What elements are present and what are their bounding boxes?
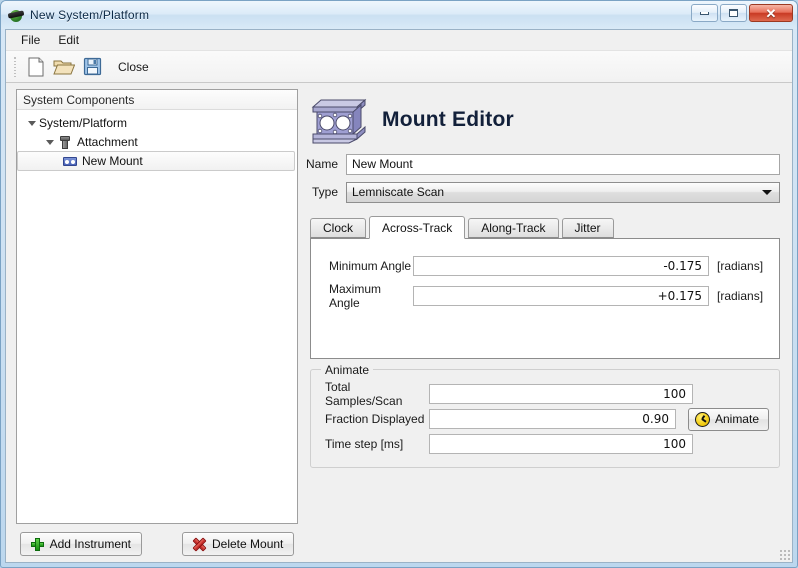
tree-node-label: New Mount xyxy=(82,154,143,168)
chevron-down-icon xyxy=(762,190,772,195)
name-label: Name xyxy=(306,157,346,171)
name-input[interactable]: New Mount xyxy=(346,154,780,175)
menu-edit[interactable]: Edit xyxy=(49,31,88,49)
add-instrument-label: Add Instrument xyxy=(50,537,131,551)
clock-icon xyxy=(695,412,710,427)
total-samples-row: Total Samples/Scan 100 xyxy=(321,382,769,407)
bottom-filler xyxy=(306,468,780,563)
menu-file[interactable]: File xyxy=(12,31,49,49)
save-button[interactable] xyxy=(78,54,106,80)
save-floppy-icon xyxy=(83,57,102,76)
window-controls: ✕ xyxy=(691,4,793,22)
tab-strip: Clock Across-Track Along-Track Jitter xyxy=(306,215,780,238)
type-field-row: Type Lemniscate Scan xyxy=(306,179,780,205)
fraction-displayed-input[interactable]: 0.90 xyxy=(429,409,676,429)
type-selected-value: Lemniscate Scan xyxy=(352,185,444,199)
tab-across-track[interactable]: Across-Track xyxy=(369,216,465,239)
delete-mount-button[interactable]: Delete Mount xyxy=(182,532,294,556)
maximum-angle-row: Maximum Angle +0.175 [radians] xyxy=(321,283,769,309)
minimize-button[interactable] xyxy=(691,4,718,22)
left-pane: System Components System/Platform Attach… xyxy=(6,89,298,562)
menu-bar: File Edit xyxy=(6,30,792,51)
editor-header: Mount Editor xyxy=(306,89,780,151)
resize-grip[interactable] xyxy=(779,549,791,561)
time-step-label: Time step [ms] xyxy=(321,437,429,451)
left-action-buttons: Add Instrument Delete Mount xyxy=(16,532,298,562)
minimum-angle-row: Minimum Angle -0.175 [radians] xyxy=(321,253,769,279)
right-pane: Mount Editor Name New Mount Type Lemnisc… xyxy=(304,89,792,562)
mount-editor-icon xyxy=(310,95,368,145)
maximum-angle-input[interactable]: +0.175 xyxy=(413,286,709,306)
tab-along-track[interactable]: Along-Track xyxy=(468,218,558,238)
new-document-icon xyxy=(27,57,45,77)
minimum-angle-unit: [radians] xyxy=(709,259,763,273)
tab-jitter[interactable]: Jitter xyxy=(562,218,614,238)
total-samples-label: Total Samples/Scan xyxy=(321,380,429,408)
time-step-input[interactable]: 100 xyxy=(429,434,693,454)
total-samples-input[interactable]: 100 xyxy=(429,384,693,404)
bolt-icon xyxy=(57,134,73,150)
tree-node-new-mount[interactable]: New Mount xyxy=(17,151,295,171)
main-split: System Components System/Platform Attach… xyxy=(6,83,792,562)
fraction-displayed-label: Fraction Displayed xyxy=(321,412,429,426)
animate-group: Animate Total Samples/Scan 100 Fraction … xyxy=(310,369,780,468)
red-x-icon xyxy=(193,538,206,551)
type-select[interactable]: Lemniscate Scan xyxy=(346,182,780,203)
open-folder-icon xyxy=(53,57,75,77)
window-title: New System/Platform xyxy=(30,8,149,22)
add-instrument-button[interactable]: Add Instrument xyxy=(20,532,142,556)
page-title: Mount Editor xyxy=(382,108,514,132)
tree-node-label: Attachment xyxy=(77,135,138,149)
delete-mount-label: Delete Mount xyxy=(212,537,283,551)
animate-button-label: Animate xyxy=(715,412,759,426)
new-button[interactable] xyxy=(22,54,50,80)
maximum-angle-label: Maximum Angle xyxy=(321,282,413,310)
type-label: Type xyxy=(306,185,346,199)
time-step-row: Time step [ms] 100 xyxy=(321,432,769,457)
tab-panel-across-track: Minimum Angle -0.175 [radians] Maximum A… xyxy=(310,238,780,359)
minimize-icon xyxy=(700,12,709,15)
close-button[interactable]: ✕ xyxy=(749,4,793,22)
client-area: File Edit xyxy=(5,29,793,563)
tree-header: System Components xyxy=(17,90,297,110)
system-components-panel: System Components System/Platform Attach… xyxy=(16,89,298,524)
component-tree[interactable]: System/Platform Attachment xyxy=(17,110,297,523)
close-toolbar-button[interactable]: Close xyxy=(110,57,157,77)
fraction-displayed-row: Fraction Displayed 0.90 Animate xyxy=(321,407,769,432)
tree-node-label: System/Platform xyxy=(39,116,127,130)
tree-node-attachment[interactable]: Attachment xyxy=(17,132,297,151)
title-bar: New System/Platform ✕ xyxy=(1,1,797,29)
toolbar-grip[interactable] xyxy=(12,56,18,78)
mount-icon xyxy=(62,153,78,169)
toolbar: Close xyxy=(6,51,792,83)
animate-group-title: Animate xyxy=(321,363,373,377)
expander-open-icon[interactable] xyxy=(43,139,57,144)
maximize-button[interactable] xyxy=(720,4,747,22)
minimum-angle-label: Minimum Angle xyxy=(321,259,413,273)
open-button[interactable] xyxy=(50,54,78,80)
name-field-row: Name New Mount xyxy=(306,151,780,177)
tab-clock[interactable]: Clock xyxy=(310,218,366,238)
application-window: New System/Platform ✕ File Edit xyxy=(0,0,798,568)
expander-open-icon[interactable] xyxy=(25,120,39,125)
app-icon xyxy=(8,7,24,23)
animate-button[interactable]: Animate xyxy=(688,408,769,431)
close-icon: ✕ xyxy=(766,7,777,20)
tree-node-system-platform[interactable]: System/Platform xyxy=(17,113,297,132)
green-plus-icon xyxy=(31,538,44,551)
maximize-icon xyxy=(729,9,738,17)
maximum-angle-unit: [radians] xyxy=(709,289,763,303)
minimum-angle-input[interactable]: -0.175 xyxy=(413,256,709,276)
